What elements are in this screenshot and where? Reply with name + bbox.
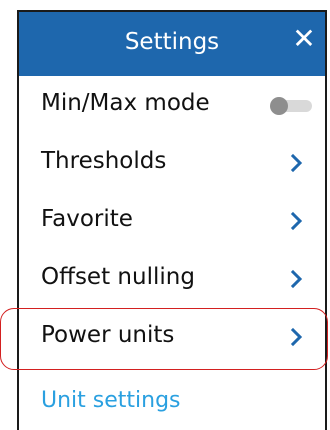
menu-item-thresholds[interactable]: Thresholds xyxy=(19,134,325,192)
close-icon[interactable]: ✕ xyxy=(290,24,318,54)
menu-item-offset-nulling[interactable]: Offset nulling xyxy=(19,250,325,308)
min-max-mode-toggle[interactable] xyxy=(270,97,312,115)
page-title: Settings xyxy=(124,29,220,55)
chevron-right-icon xyxy=(290,211,303,231)
menu-item-label: Favorite xyxy=(41,206,133,232)
chevron-right-icon xyxy=(290,269,303,289)
menu-item-label: Thresholds xyxy=(41,148,167,174)
menu-item-min-max-mode[interactable]: Min/Max mode xyxy=(19,76,325,134)
chevron-right-icon xyxy=(290,327,303,347)
chevron-right-icon xyxy=(290,153,303,173)
menu-item-label: Power units xyxy=(41,322,175,348)
menu-item-favorite[interactable]: Favorite xyxy=(19,192,325,250)
settings-header: Settings ✕ xyxy=(19,12,325,76)
menu-item-power-units[interactable]: Power units xyxy=(19,308,325,366)
menu-item-label: Offset nulling xyxy=(41,264,195,290)
menu-item-label: Min/Max mode xyxy=(41,90,210,116)
section-unit-settings: Unit settings xyxy=(41,388,181,413)
toggle-knob xyxy=(270,97,288,115)
settings-panel: Settings ✕ Min/Max mode Thresholds Favor… xyxy=(17,10,327,430)
